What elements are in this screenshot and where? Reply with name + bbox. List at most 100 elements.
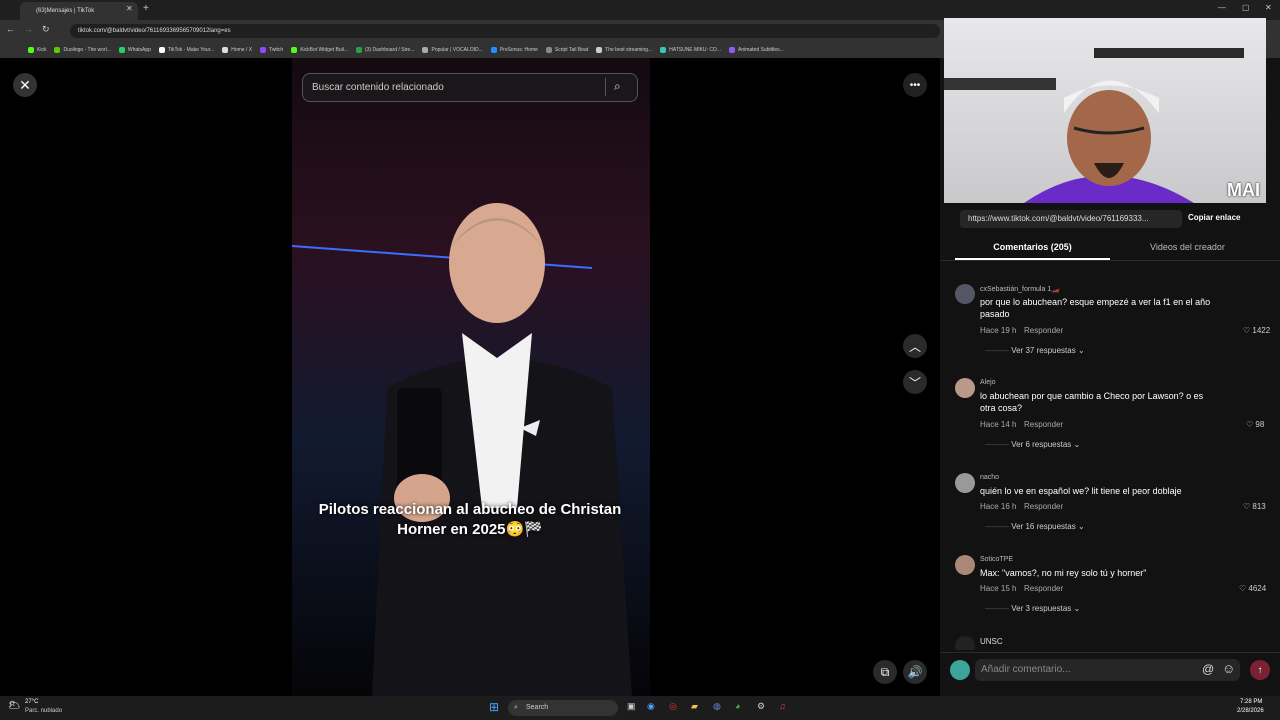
like-button[interactable]: ♡ 1422: [1243, 326, 1270, 335]
chevron-down-icon: ⌄: [1077, 522, 1085, 531]
comment-text: Max: "vamos?, no mi rey solo tú y horner…: [980, 568, 1147, 578]
avatar[interactable]: [955, 378, 975, 398]
heart-icon: ♡: [1239, 584, 1247, 593]
new-tab-icon[interactable]: +: [143, 3, 149, 14]
avatar[interactable]: [955, 555, 975, 575]
bookmark-item[interactable]: KickBot Widget Buil...: [291, 47, 348, 53]
chevron-down-icon: ⌄: [1073, 604, 1081, 613]
view-replies-button[interactable]: ——— Ver 3 respuestas ⌄: [985, 604, 1080, 613]
like-button[interactable]: ♡ 813: [1243, 502, 1266, 511]
task-view-icon[interactable]: ▣: [627, 701, 636, 712]
bookmark-item[interactable]: (3) Dashboard / Stre...: [356, 47, 414, 53]
video-caption: Pilotos reaccionan al abucheo de Christa…: [318, 501, 622, 538]
view-replies-button[interactable]: ——— Ver 37 respuestas ⌄: [985, 346, 1085, 355]
reply-button[interactable]: Responder: [1024, 502, 1063, 511]
emoji-icon[interactable]: ☺: [1222, 661, 1235, 676]
more-options-icon[interactable]: •••: [903, 73, 927, 97]
url-input[interactable]: tiktok.com/@baldvt/video/761169336956570…: [70, 24, 940, 38]
share-link-field[interactable]: https://www.tiktok.com/@baldvt/video/761…: [960, 210, 1182, 228]
comment-item: SoticoTPE Max: "vamos?, no mi rey solo t…: [955, 555, 1275, 623]
browser-tab[interactable]: (63)Mensajes | TikTok: [20, 2, 138, 20]
tab-creator-videos[interactable]: Videos del creador: [1110, 242, 1265, 252]
close-icon[interactable]: ✕: [13, 73, 37, 97]
previous-video-icon[interactable]: ︿: [903, 334, 927, 358]
comment-input[interactable]: Añadir comentario...: [975, 659, 1240, 681]
comment-user[interactable]: UNSC: [980, 637, 1003, 646]
comment-text: quién lo ve en español we? lit tiene el …: [980, 486, 1182, 496]
search-icon: ⌕: [514, 704, 518, 711]
comment-user[interactable]: SoticoTPE: [980, 556, 1013, 563]
bookmark-item[interactable]: Kick: [28, 47, 46, 53]
avatar[interactable]: [955, 636, 975, 650]
like-count: 813: [1252, 502, 1266, 511]
clock-date[interactable]: 2/28/2026: [1237, 708, 1264, 714]
comment-item: cxSebastián_formula 1🏎️ por que lo abuch…: [955, 284, 1275, 364]
volume-icon[interactable]: 🔊: [903, 660, 927, 684]
avatar[interactable]: [955, 284, 975, 304]
avatar[interactable]: [955, 473, 975, 493]
like-button[interactable]: ♡ 98: [1246, 420, 1264, 429]
video-player[interactable]: [292, 58, 650, 696]
window-close-icon[interactable]: ✕: [1265, 3, 1272, 12]
send-icon[interactable]: ↑: [1250, 660, 1270, 680]
close-tab-icon[interactable]: ✕: [126, 4, 133, 13]
forward-icon[interactable]: →: [24, 24, 33, 34]
view-replies-button[interactable]: ——— Ver 6 respuestas ⌄: [985, 440, 1080, 449]
app-icon[interactable]: ◎: [669, 701, 677, 712]
file-explorer-icon[interactable]: ▰: [691, 701, 698, 712]
weather-icon: 🌥: [8, 700, 21, 711]
edge-icon[interactable]: ◉: [647, 701, 655, 712]
taskbar-search[interactable]: ⌕ Search: [508, 700, 618, 716]
tab-title: (63)Mensajes | TikTok: [36, 8, 95, 14]
settings-icon[interactable]: ⚙: [757, 701, 765, 712]
pip-icon[interactable]: ⧉: [873, 660, 897, 684]
clock-time[interactable]: 7:28 PM: [1240, 699, 1262, 705]
bookmark-item[interactable]: Popular | VOCALOID...: [422, 47, 483, 53]
maximize-icon[interactable]: ▢: [1242, 3, 1250, 12]
bookmark-item[interactable]: HATSUNE MIKU: CO...: [660, 47, 721, 53]
comment-user[interactable]: Alejo: [980, 379, 996, 386]
webcam-overlay: MAI: [944, 18, 1266, 203]
weather-temp[interactable]: 27°C: [25, 699, 38, 705]
heart-icon: ♡: [1243, 326, 1251, 335]
reload-icon[interactable]: ↻: [42, 24, 50, 35]
reply-button[interactable]: Responder: [1024, 584, 1063, 593]
comment-time: Hace 14 h: [980, 420, 1017, 429]
back-icon[interactable]: ←: [6, 24, 15, 34]
comment-item: Alejo lo abuchean por que cambio a Checo…: [955, 378, 1275, 458]
reply-button[interactable]: Responder: [1024, 326, 1063, 335]
bookmark-item[interactable]: Home / X: [222, 47, 252, 53]
like-button[interactable]: ♡ 4624: [1239, 584, 1266, 593]
bookmark-item[interactable]: Duolingo - The worl...: [54, 47, 111, 53]
browser-tab-bar: (63)Mensajes | TikTok ✕ + — ▢ ✕: [0, 0, 1280, 20]
bookmark-item[interactable]: The best streaming...: [596, 47, 652, 53]
comment-time: Hace 15 h: [980, 584, 1017, 593]
minimize-icon[interactable]: —: [1218, 3, 1226, 12]
comment-text: lo abuchean por que cambio a Checo por L…: [980, 391, 1204, 413]
search-input[interactable]: Buscar contenido relacionado: [302, 73, 638, 102]
chrome-icon[interactable]: ◕: [735, 701, 740, 711]
chevron-down-icon: ⌄: [1077, 346, 1085, 355]
start-icon[interactable]: ⊞: [489, 700, 499, 714]
discord-icon[interactable]: ◍: [713, 701, 721, 712]
bookmark-item[interactable]: Script Tail Beat: [545, 47, 588, 53]
like-count: 1422: [1252, 326, 1271, 335]
comment-user[interactable]: nacho: [980, 474, 999, 481]
reply-button[interactable]: Responder: [1024, 420, 1063, 429]
music-icon[interactable]: ♫: [779, 701, 786, 711]
weather-desc[interactable]: Parc. nublado: [25, 708, 62, 714]
copy-link-button[interactable]: Copiar enlace: [1188, 213, 1240, 222]
like-count: 98: [1255, 420, 1265, 429]
bookmark-item[interactable]: Animated Subtitles...: [728, 47, 784, 53]
view-replies-button[interactable]: ——— Ver 16 respuestas ⌄: [985, 522, 1085, 531]
bookmark-item[interactable]: Twitch: [260, 47, 283, 53]
mention-icon[interactable]: @: [1202, 662, 1214, 676]
bookmark-item[interactable]: TikTok - Make Your...: [158, 47, 214, 53]
search-icon[interactable]: ⌕: [614, 79, 621, 94]
next-video-icon[interactable]: ﹀: [903, 370, 927, 394]
like-count: 4624: [1248, 584, 1267, 593]
bookmark-item[interactable]: WhatsApp: [118, 47, 151, 53]
comment-user[interactable]: cxSebastián_formula 1🏎️: [980, 285, 1060, 293]
bookmark-item[interactable]: PreSonus: Home: [490, 47, 538, 53]
tab-comments[interactable]: Comentarios (205): [955, 242, 1110, 252]
